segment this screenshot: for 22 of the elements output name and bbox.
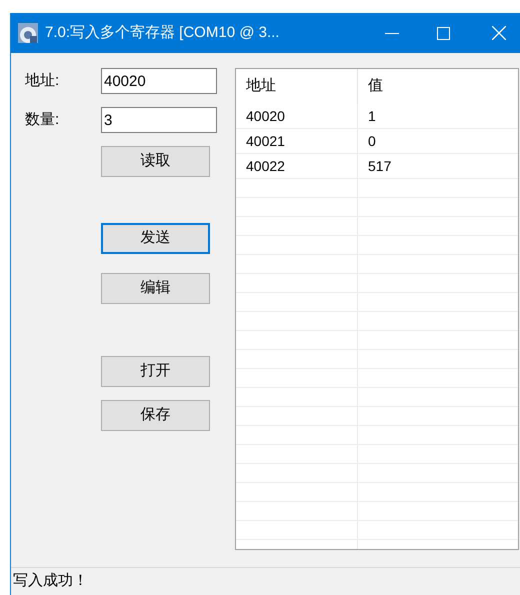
column-header[interactable]: 地址 (236, 69, 358, 104)
maximize-icon[interactable] (437, 26, 450, 40)
table-cell-text: 0 (367, 132, 377, 150)
window-title: 7.0:写入多个寄存器 [COM10 @ 3... (45, 22, 280, 43)
close-icon[interactable] (492, 26, 506, 40)
action-button[interactable]: 打开 (101, 356, 210, 387)
table-cell: 40021 (236, 129, 358, 153)
input-field[interactable]: 40020 (101, 68, 217, 94)
field-label: 数量: (25, 110, 60, 130)
table-cell-text: 1 (367, 106, 377, 126)
action-button[interactable]: 保存 (101, 400, 210, 431)
input-field[interactable]: 3 (101, 107, 217, 133)
action-button[interactable]: 发送 (101, 223, 210, 254)
table-cell-text: 517 (367, 156, 392, 176)
status-text: 写入成功！ (13, 571, 88, 592)
column-header[interactable]: 值 (358, 69, 518, 104)
action-button[interactable]: 编辑 (101, 273, 210, 304)
action-button[interactable]: 读取 (101, 146, 210, 177)
app-icon (17, 22, 39, 44)
table-cell: 40022 (236, 154, 358, 178)
table-cell: 40020 (236, 104, 358, 128)
field-label: 地址: (25, 70, 60, 91)
